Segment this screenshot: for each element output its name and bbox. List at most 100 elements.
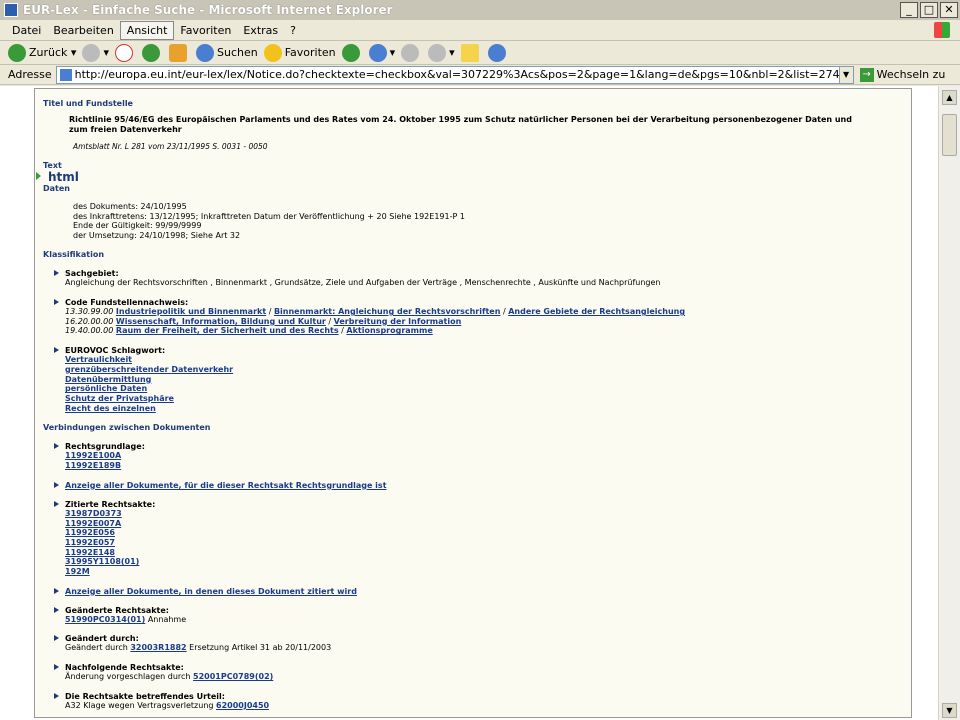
vertical-scrollbar[interactable]: ▲ ▼ bbox=[938, 86, 960, 720]
print-icon bbox=[401, 43, 420, 62]
close-button[interactable]: ✕ bbox=[940, 2, 958, 18]
menu-help[interactable]: ? bbox=[284, 22, 302, 39]
page-icon bbox=[59, 68, 72, 81]
minimize-button[interactable]: _ bbox=[900, 2, 918, 18]
dates-list: des Dokuments: 24/10/1995 des Inkrafttre… bbox=[73, 202, 911, 240]
search-button[interactable]: Suchen bbox=[195, 43, 258, 62]
date-inkrafttreten: des Inkrafttretens: 13/12/1995; Inkraftt… bbox=[73, 211, 465, 221]
zitierte-link[interactable]: 192M bbox=[65, 567, 90, 576]
zitierte-all-link[interactable]: Anzeige aller Dokumente, in denen dieses… bbox=[65, 587, 357, 596]
geaendert-durch-text: Ersetzung Artikel 31 ab 20/11/2003 bbox=[189, 643, 332, 653]
discuss-button[interactable] bbox=[460, 43, 482, 62]
code-link[interactable]: Andere Gebiete der Rechtsangleichung bbox=[508, 307, 685, 316]
messenger-button[interactable] bbox=[487, 43, 509, 62]
history-icon bbox=[341, 43, 360, 62]
section-geaenderte: Geänderte Rechtsakte: 51990PC0314(01) An… bbox=[54, 606, 911, 625]
zitierte-link[interactable]: 31987D0373 bbox=[65, 509, 122, 518]
menu-datei[interactable]: Datei bbox=[6, 22, 47, 39]
code-label: Code Fundstellennachweis: bbox=[65, 298, 189, 308]
forward-arrow-icon bbox=[82, 43, 101, 62]
scroll-thumb[interactable] bbox=[942, 114, 957, 156]
zitierte-link[interactable]: 11992E148 bbox=[65, 548, 115, 557]
code-link[interactable]: Industriepolitik und Binnenmarkt bbox=[116, 307, 266, 316]
rechtsgrundlage-all-link[interactable]: Anzeige aller Dokumente, für die dieser … bbox=[65, 481, 387, 490]
eurovoc-link[interactable]: Schutz der Privatsphäre bbox=[65, 394, 174, 403]
section-rechtsgrundlage-all: Anzeige aller Dokumente, für die dieser … bbox=[54, 481, 911, 490]
menu-favoriten[interactable]: Favoriten bbox=[174, 22, 237, 39]
zitierte-link[interactable]: 11992E007A bbox=[65, 519, 121, 528]
menu-ansicht[interactable]: Ansicht bbox=[119, 20, 175, 40]
rechtsgrundlage-link[interactable]: 11992E100A bbox=[65, 451, 121, 460]
address-label: Adresse bbox=[8, 68, 52, 81]
code-link[interactable]: Verbreitung der Information bbox=[334, 317, 462, 326]
windows-logo-icon bbox=[934, 22, 950, 38]
sachgebiet-label: Sachgebiet: bbox=[65, 269, 119, 279]
zitierte-link[interactable]: 11992E057 bbox=[65, 538, 115, 547]
geaenderte-text: Annahme bbox=[147, 614, 187, 624]
zitierte-link[interactable]: 31995Y1108(01) bbox=[65, 557, 139, 566]
code-link[interactable]: Aktionsprogramme bbox=[346, 326, 432, 335]
home-button[interactable] bbox=[168, 43, 190, 62]
star-icon bbox=[263, 43, 282, 62]
code-link[interactable]: Wissenschaft, Information, Bildung und K… bbox=[116, 317, 326, 326]
print-button[interactable] bbox=[401, 43, 422, 62]
nachfolgende-link[interactable]: 52001PC0789(02) bbox=[193, 672, 273, 681]
zitierte-link[interactable]: 11992E056 bbox=[65, 528, 115, 537]
address-dropdown-icon[interactable]: ▼ bbox=[838, 66, 853, 83]
urteil-link[interactable]: 62000J0450 bbox=[216, 701, 269, 710]
favorites-button[interactable]: Favoriten bbox=[263, 43, 336, 62]
refresh-button[interactable] bbox=[141, 43, 163, 62]
section-urteil: Die Rechtsakte betreffendes Urteil: A32 … bbox=[54, 692, 911, 711]
stop-button[interactable] bbox=[114, 43, 136, 62]
ie-icon bbox=[4, 3, 18, 17]
date-umsetzung: der Umsetzung: 24/10/1998; Siehe Art 32 bbox=[73, 230, 241, 240]
address-bar: Adresse http://europa.eu.int/eur-lex/lex… bbox=[0, 65, 960, 85]
heading-verbindungen: Verbindungen zwischen Dokumenten bbox=[43, 423, 211, 433]
code-row: 16.20.00.00 Wissenschaft, Information, B… bbox=[65, 316, 462, 326]
geaendert-durch-link[interactable]: 32003R1882 bbox=[130, 643, 186, 652]
page-viewport: Titel und Fundstelle Richtlinie 95/46/EG… bbox=[0, 86, 938, 720]
eurovoc-link[interactable]: Recht des einzelnen bbox=[65, 404, 156, 413]
html-link[interactable]: html bbox=[48, 170, 79, 184]
code-link[interactable]: Binnenmarkt: Angleichung der Rechtsvorsc… bbox=[274, 307, 500, 316]
menu-extras[interactable]: Extras bbox=[237, 22, 284, 39]
section-code: Code Fundstellennachweis: 13.30.99.00 In… bbox=[54, 298, 911, 336]
section-geaendert-durch: Geändert durch: Geändert durch 32003R188… bbox=[54, 634, 911, 653]
code-row: 13.30.99.00 Industriepolitik und Binnenm… bbox=[65, 307, 686, 317]
geaenderte-link[interactable]: 51990PC0314(01) bbox=[65, 615, 145, 624]
urteil-pre: A32 Klage wegen Vertragsverletzung bbox=[65, 700, 214, 710]
address-url: http://europa.eu.int/eur-lex/lex/Notice.… bbox=[74, 68, 839, 81]
discuss-icon bbox=[460, 43, 479, 62]
menu-bearbeiten[interactable]: Bearbeiten bbox=[47, 22, 119, 39]
nachfolgende-label: Nachfolgende Rechtsakte: bbox=[65, 663, 184, 673]
scroll-up-icon[interactable]: ▲ bbox=[942, 90, 957, 105]
section-eurovoc: EUROVOC Schlagwort: Vertraulichkeit gren… bbox=[54, 346, 911, 413]
eurovoc-link[interactable]: Vertraulichkeit bbox=[65, 355, 132, 364]
eurovoc-link[interactable]: grenzüberschreitender Datenverkehr bbox=[65, 365, 233, 374]
scroll-down-icon[interactable]: ▼ bbox=[942, 703, 957, 718]
messenger-icon bbox=[487, 43, 506, 62]
nachfolgende-pre: Änderung vorgeschlagen durch bbox=[65, 672, 191, 682]
section-sachgebiet: Sachgebiet: Angleichung der Rechtsvorsch… bbox=[54, 269, 911, 288]
heading-text: Text bbox=[43, 161, 62, 170]
back-arrow-icon bbox=[8, 43, 26, 62]
sachgebiet-text: Angleichung der Rechtsvorschriften , Bin… bbox=[65, 278, 661, 288]
document-title: Richtlinie 95/46/EG des Europäischen Par… bbox=[69, 115, 852, 134]
eurovoc-link[interactable]: persönliche Daten bbox=[65, 384, 147, 393]
eurovoc-link[interactable]: Datenübermittlung bbox=[65, 375, 151, 384]
forward-button[interactable]: ▾ bbox=[82, 43, 109, 62]
edit-button[interactable]: ▾ bbox=[428, 43, 455, 62]
mail-button[interactable]: ▾ bbox=[368, 43, 395, 62]
section-nachfolgende: Nachfolgende Rechtsakte: Änderung vorges… bbox=[54, 663, 911, 682]
edit-icon bbox=[428, 43, 447, 62]
document-notice: Titel und Fundstelle Richtlinie 95/46/EG… bbox=[34, 88, 912, 718]
code-link[interactable]: Raum der Freiheit, der Sicherheit und de… bbox=[116, 326, 339, 335]
history-button[interactable] bbox=[341, 43, 363, 62]
rechtsgrundlage-link[interactable]: 11992E189B bbox=[65, 461, 121, 470]
go-button[interactable]: → Wechseln zu bbox=[859, 67, 945, 82]
maximize-button[interactable]: □ bbox=[920, 2, 938, 18]
address-input[interactable]: http://europa.eu.int/eur-lex/lex/Notice.… bbox=[55, 65, 854, 84]
geaendert-durch-pre: Geändert durch bbox=[65, 643, 128, 653]
date-dokument: des Dokuments: 24/10/1995 bbox=[73, 202, 187, 211]
back-button[interactable]: Zurück ▾ bbox=[8, 43, 76, 62]
